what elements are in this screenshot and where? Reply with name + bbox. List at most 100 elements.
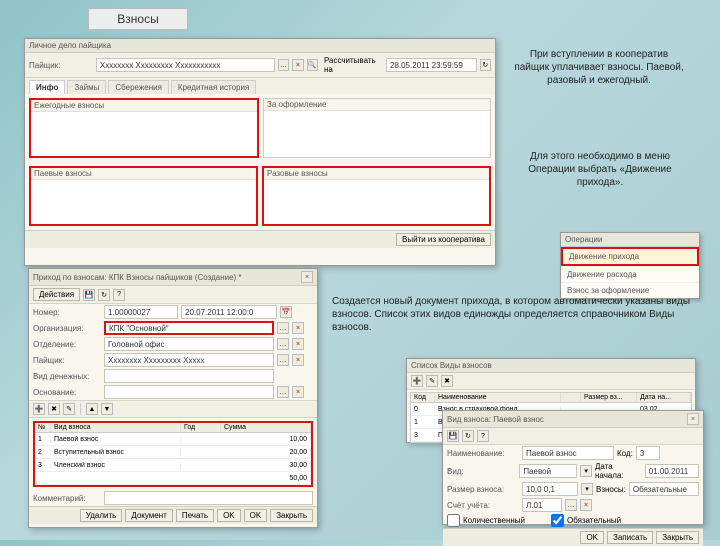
member-name-field[interactable]: Хххххххх Ххххххххх Ххххххххххх [96, 58, 275, 72]
panel-onreg-label: За оформление [264, 99, 490, 111]
print-button[interactable]: Печать [176, 509, 214, 522]
refresh-icon[interactable]: ↻ [462, 430, 474, 442]
table-row[interactable]: 2Вступительный взнос20,00 [35, 446, 311, 459]
calc-date-field[interactable]: 28.05.2011 23:59:59 [386, 58, 477, 72]
org-field[interactable]: КПК "Основной" [104, 321, 274, 335]
menu-item-registration-fee[interactable]: Взнос за оформление [561, 282, 699, 298]
delete-button[interactable]: Удалить [80, 509, 123, 522]
refresh-icon[interactable]: ↻ [480, 59, 491, 71]
add-icon[interactable]: ➕ [411, 375, 423, 387]
table-row[interactable]: 3Членский взнос30,00 [35, 459, 311, 472]
ok-button[interactable]: OK [217, 509, 241, 522]
fee-type-form-window: Вид взноса: Паевой взнос × 💾 ↻ ? Наимено… [442, 410, 704, 525]
calc-date-label: Рассчитывать на [324, 56, 383, 74]
panel-once: Разовые взносы [262, 166, 491, 226]
dropdown-icon[interactable]: ▾ [581, 483, 593, 495]
close-icon[interactable]: × [687, 413, 699, 425]
acct-label: Счёт учёта: [447, 501, 519, 510]
amount-label: Размер взноса: [447, 485, 519, 494]
save-button[interactable]: Записать [607, 531, 653, 544]
save-icon[interactable]: 💾 [447, 430, 459, 442]
feetype-field[interactable]: Обязательные [629, 482, 699, 496]
cash-field[interactable] [104, 369, 274, 383]
table-row[interactable]: 1Паевой взнос10,00 [35, 433, 311, 446]
lookup-button[interactable]: … [277, 338, 289, 350]
col-name: Вид взноса [51, 423, 181, 432]
leave-coop-button[interactable]: Выйти из кооператива [396, 233, 491, 246]
kind-label: Вид: [447, 467, 516, 476]
total-sum: 50,00 [221, 475, 311, 482]
col-n: № [35, 423, 51, 432]
delete-icon[interactable]: ✖ [441, 375, 453, 387]
date-field[interactable]: 20.07.2011 12:00:0 [181, 305, 277, 319]
lookup-button[interactable]: … [565, 499, 577, 511]
kind-field[interactable]: Паевой [519, 464, 577, 478]
feetype-label: Взносы: [596, 485, 626, 494]
member-card-window: Личное дело пайщика Пайщик: Хххххххх Ххх… [24, 38, 496, 266]
operations-menu-header[interactable]: Операции [561, 233, 699, 247]
edit-icon[interactable]: ✎ [426, 375, 438, 387]
refresh-icon[interactable]: ↻ [98, 289, 110, 301]
amount-field[interactable]: 10,0 0,1 [522, 482, 578, 496]
quant-checkbox[interactable] [447, 514, 460, 527]
search-icon[interactable]: 🔍 [307, 59, 318, 71]
org-label: Организация: [33, 324, 101, 333]
tab-loans[interactable]: Займы [67, 80, 106, 94]
panel-annual-label: Ежегодные взносы [31, 100, 257, 112]
add-row-icon[interactable]: ➕ [33, 403, 45, 415]
window-title: Список Виды взносов [411, 361, 492, 370]
lookup-button[interactable]: … [277, 322, 289, 334]
comment-field[interactable] [104, 491, 313, 505]
close-button[interactable]: Закрыть [270, 509, 313, 522]
clear-button[interactable]: × [292, 59, 303, 71]
dropdown-icon[interactable]: ▾ [580, 465, 592, 477]
member-field[interactable]: Хххххххх Ххххххххх Ххххх [104, 353, 274, 367]
startdate-field[interactable]: 01.00.2011 [645, 464, 699, 478]
help-icon[interactable]: ? [477, 430, 489, 442]
name-field[interactable]: Паевой взнос [522, 446, 614, 460]
panel-annual: Ежегодные взносы [29, 98, 259, 158]
menu-item-expense[interactable]: Движение расхода [561, 266, 699, 282]
lookup-button[interactable]: … [278, 59, 289, 71]
num-field[interactable]: 1.00000027 [104, 305, 178, 319]
tab-savings[interactable]: Сбережения [108, 80, 169, 94]
lookup-button[interactable]: … [277, 386, 289, 398]
quant-label: Количественный [463, 516, 525, 525]
clear-button[interactable]: × [292, 338, 304, 350]
up-icon[interactable]: ▲ [86, 403, 98, 415]
edit-row-icon[interactable]: ✎ [63, 403, 75, 415]
cash-label: Вид денежных: [33, 372, 101, 381]
clear-button[interactable]: × [292, 322, 304, 334]
clear-button[interactable]: × [292, 354, 304, 366]
reason-field[interactable] [104, 385, 274, 399]
income-document-window: Приход по взносам: КПК Взносы пайщиков (… [28, 268, 318, 528]
delete-row-icon[interactable]: ✖ [48, 403, 60, 415]
menu-item-income[interactable]: Движение прихода [561, 247, 699, 266]
intro-paragraph-1: При вступлении в кооператив пайщик уплач… [514, 48, 684, 87]
actions-dropdown[interactable]: Действия [33, 288, 80, 301]
member-label: Пайщик: [33, 356, 101, 365]
acct-field[interactable]: Л.01 [522, 498, 562, 512]
tab-info[interactable]: Инфо [29, 80, 65, 94]
document-button[interactable]: Документ [125, 509, 173, 522]
code-field[interactable]: 3 [636, 446, 660, 460]
close-icon[interactable]: × [301, 271, 313, 283]
table-row[interactable]: 50,00 [35, 472, 311, 485]
startdate-label: Дата начала: [595, 462, 642, 480]
oblig-checkbox[interactable] [551, 514, 564, 527]
help-icon[interactable]: ? [113, 289, 125, 301]
oblig-label: Обязательный [567, 516, 621, 525]
tab-credit-history[interactable]: Кредитная история [171, 80, 256, 94]
dept-field[interactable]: Головной офис [104, 337, 274, 351]
down-icon[interactable]: ▼ [101, 403, 113, 415]
clear-button[interactable]: × [580, 499, 592, 511]
close-button[interactable]: Закрыть [656, 531, 699, 544]
ok-button-2[interactable]: OK [244, 509, 268, 522]
code-label: Код: [617, 449, 633, 458]
ok-button[interactable]: OK [580, 531, 604, 544]
save-icon[interactable]: 💾 [83, 289, 95, 301]
clear-button[interactable]: × [292, 386, 304, 398]
window-title: Вид взноса: Паевой взнос [447, 415, 544, 424]
lookup-button[interactable]: … [277, 354, 289, 366]
calendar-icon[interactable]: 📅 [280, 306, 292, 318]
